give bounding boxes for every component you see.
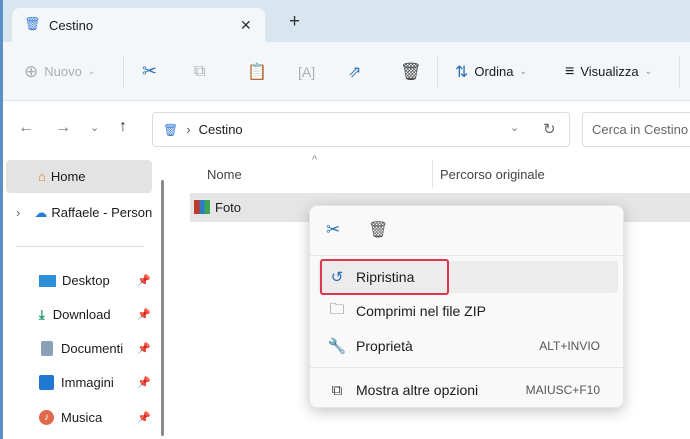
view-list-icon: ≡ — [565, 62, 575, 80]
plus-circle-icon: ⊕ — [24, 61, 39, 81]
more-options-icon: ⧉ — [331, 381, 343, 399]
chevron-down-icon: ⌄ — [87, 66, 96, 76]
download-icon: ⤓ — [39, 306, 45, 322]
sidebar-item-label: Home — [50, 169, 86, 184]
highlight-box — [320, 259, 449, 295]
tab-cestino[interactable]: 🗑 Cestino ✕ — [12, 8, 265, 42]
share-icon: ⇗ — [348, 63, 362, 81]
cut-icon[interactable]: ✂ — [326, 220, 340, 240]
breadcrumb-cestino[interactable]: Cestino — [199, 122, 243, 137]
recycle-bin-icon: 🗑 — [24, 16, 41, 31]
view-label: Visualizza — [580, 64, 639, 79]
command-bar: ⊕ Nuovo ⌄ ✂ ⧉ 📋 [A] ⇗ 🗑 ⇅ Ordina ⌄ ≡ Visualiz… — [0, 42, 690, 101]
sidebar-item-immagini[interactable]: Immagini 📌 — [6, 366, 152, 399]
address-dropdown-icon[interactable]: ⌄ — [510, 121, 519, 134]
menu-item-shortcut: MAIUSC+F10 — [525, 383, 600, 397]
search-input[interactable]: Cerca in Cestino — [582, 112, 690, 147]
rename-button[interactable]: [A] — [298, 42, 315, 101]
pin-icon[interactable]: 📌 — [137, 308, 151, 321]
pin-icon[interactable]: 📌 — [137, 376, 151, 389]
sidebar-scrollbar[interactable] — [161, 180, 164, 436]
menu-item-label: Proprietà — [356, 338, 413, 354]
chevron-down-icon: ⌄ — [644, 66, 653, 76]
delete-icon[interactable]: 🗑 — [368, 220, 388, 240]
column-divider[interactable] — [432, 160, 433, 188]
trash-icon: 🗑 — [400, 61, 422, 81]
menu-item-shortcut: ALT+INVIO — [539, 339, 600, 353]
divider — [437, 56, 438, 88]
menu-item-properties[interactable]: 🔧 Proprietà ALT+INVIO — [318, 330, 618, 362]
cut-button[interactable]: ✂ — [142, 42, 157, 101]
rename-icon: [A] — [298, 63, 316, 80]
new-label: Nuovo — [44, 64, 82, 79]
new-button[interactable]: ⊕ Nuovo ⌄ — [24, 42, 95, 101]
document-icon — [41, 341, 53, 356]
menu-item-more-options[interactable]: ⧉ Mostra altre opzioni MAIUSC+F10 — [318, 374, 618, 406]
pin-icon[interactable]: 📌 — [137, 274, 151, 287]
divider — [16, 246, 144, 247]
breadcrumb-separator-icon: › — [186, 122, 191, 137]
menu-item-compress-zip[interactable]: 🗀 Comprimi nel file ZIP — [318, 295, 618, 327]
forward-icon[interactable]: → — [55, 119, 71, 137]
sort-button[interactable]: ⇅ Ordina ⌄ — [455, 42, 527, 101]
sidebar-item-download[interactable]: ⤓ Download 📌 — [6, 298, 152, 331]
wrench-icon: 🔧 — [327, 338, 347, 355]
divider — [679, 56, 680, 88]
close-tab-icon[interactable]: ✕ — [240, 17, 252, 34]
sidebar-item-label: Raffaele - Personale — [51, 205, 152, 220]
music-icon: ♪ — [39, 410, 54, 425]
pin-icon[interactable]: 📌 — [137, 411, 151, 424]
share-button[interactable]: ⇗ — [348, 42, 361, 101]
column-header-name[interactable]: Nome — [207, 167, 242, 182]
sidebar-item-label: Musica — [61, 410, 103, 425]
tab-title: Cestino — [49, 18, 94, 33]
sidebar-item-documenti[interactable]: Documenti 📌 — [6, 332, 152, 365]
address-bar[interactable]: 🗑 › Cestino ⌄ ↻ — [152, 112, 570, 147]
menu-item-label: Mostra altre opzioni — [356, 382, 479, 398]
sidebar-item-label: Immagini — [61, 375, 114, 390]
divider — [310, 367, 623, 368]
desktop-edge — [0, 0, 3, 439]
pictures-icon — [39, 375, 54, 390]
zip-folder-icon: 🗀 — [329, 300, 345, 318]
sidebar-item-label: Download — [52, 307, 111, 322]
view-button[interactable]: ≡ Visualizza ⌄ — [565, 42, 652, 101]
paste-icon: 📋 — [247, 63, 267, 81]
pin-icon[interactable]: 📌 — [137, 342, 151, 355]
tab-bar: 🗑 Cestino ✕ + — [0, 0, 690, 42]
scissors-icon: ✂ — [142, 61, 158, 81]
recent-chevron-icon[interactable]: ⌄ — [90, 121, 99, 134]
delete-button[interactable]: 🗑 — [400, 42, 422, 101]
expand-chevron-icon[interactable]: › — [16, 205, 20, 220]
context-menu: ✂ 🗑 ↺ Ripristina 🗀 Comprimi nel file ZIP 🔧… — [309, 205, 624, 408]
desktop-icon — [39, 274, 56, 287]
file-name: Foto — [215, 200, 242, 215]
sort-ascending-icon: ^ — [312, 154, 318, 166]
chevron-down-icon: ⌄ — [519, 66, 527, 76]
sidebar-item-onedrive[interactable]: › ☁Raffaele - Personale — [6, 196, 152, 229]
sort-icon: ⇅ — [455, 63, 469, 81]
menu-item-label: Comprimi nel file ZIP — [356, 303, 486, 319]
cloud-icon: ☁ — [34, 204, 48, 220]
sidebar-item-label: Documenti — [61, 341, 124, 356]
up-icon[interactable]: ↑ — [119, 118, 127, 136]
new-tab-button[interactable]: + — [289, 11, 300, 33]
archive-icon — [194, 200, 210, 214]
copy-button[interactable]: ⧉ — [194, 42, 205, 101]
sidebar-item-home[interactable]: ⌂ Home — [6, 160, 152, 193]
refresh-icon[interactable]: ↻ — [543, 120, 556, 138]
copy-icon: ⧉ — [194, 62, 206, 80]
sidebar-item-desktop[interactable]: Desktop 📌 — [6, 264, 152, 297]
sidebar-item-musica[interactable]: ♪ Musica 📌 — [6, 401, 152, 434]
recycle-bin-icon: 🗑 — [163, 122, 179, 137]
sidebar-item-label: Desktop — [62, 273, 110, 288]
back-icon[interactable]: ← — [18, 119, 34, 137]
search-placeholder: Cerca in Cestino — [592, 122, 689, 137]
sort-label: Ordina — [474, 64, 514, 79]
divider — [123, 56, 124, 88]
paste-button[interactable]: 📋 — [247, 42, 267, 101]
divider — [310, 255, 623, 256]
home-icon: ⌂ — [38, 169, 46, 184]
column-header-original-path[interactable]: Percorso originale — [440, 167, 545, 182]
